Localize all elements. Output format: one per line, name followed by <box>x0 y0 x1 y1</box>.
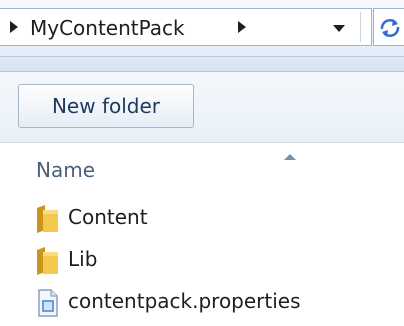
address-separator <box>360 12 361 42</box>
breadcrumb-next-arrow-icon[interactable] <box>238 21 246 33</box>
file-name: contentpack.properties <box>68 289 301 313</box>
chevron-down-icon[interactable] <box>333 25 345 32</box>
refresh-button[interactable] <box>373 8 404 46</box>
folder-icon <box>37 205 58 233</box>
toolbar-band <box>0 57 404 72</box>
command-bar: New folder <box>0 72 404 143</box>
sort-ascending-icon <box>284 154 296 160</box>
file-name: Content <box>68 205 148 229</box>
breadcrumb-item-mycontentpack[interactable]: MyContentPack <box>30 16 185 40</box>
folder-icon <box>37 247 58 275</box>
column-name-label: Name <box>36 158 96 182</box>
list-item[interactable]: Content <box>0 200 404 238</box>
list-item[interactable]: Lib <box>0 242 404 280</box>
file-name: Lib <box>68 247 98 271</box>
address-bar: MyContentPack <box>0 0 404 56</box>
document-icon <box>38 289 58 317</box>
address-box[interactable]: MyContentPack <box>0 8 372 46</box>
refresh-icon <box>380 19 400 37</box>
column-header-name[interactable]: Name <box>18 154 378 186</box>
list-item[interactable]: contentpack.properties <box>0 284 404 322</box>
breadcrumb-root-arrow-icon[interactable] <box>10 21 18 33</box>
new-folder-button[interactable]: New folder <box>18 84 194 128</box>
